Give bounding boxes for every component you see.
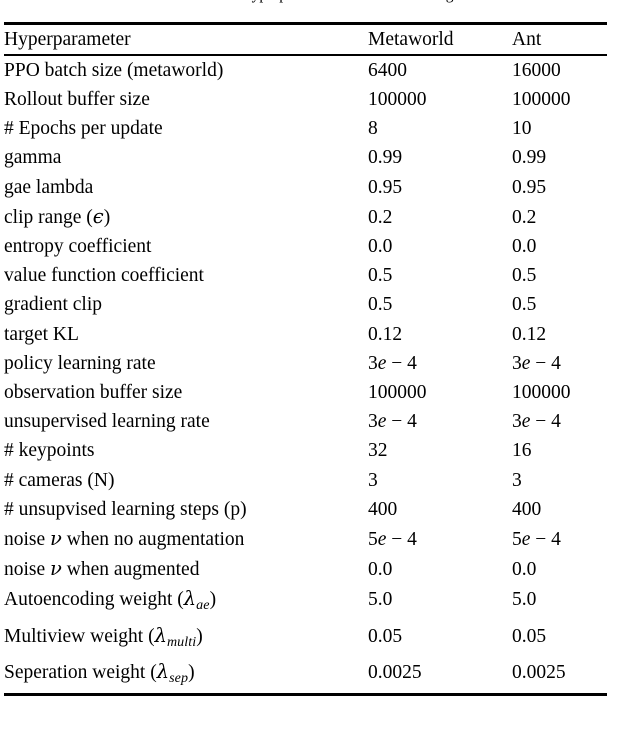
cell-ant-value: 5.0 bbox=[512, 589, 537, 611]
table-row: value function coefficient 0.5 0.5 bbox=[4, 261, 607, 290]
column-header-ant: Ant bbox=[512, 29, 542, 50]
cell-ant-value: 400 bbox=[512, 498, 542, 520]
cell-ant-value: 3e − 4 bbox=[512, 411, 561, 433]
column-header-hyperparameter: Hyperparameter bbox=[4, 29, 131, 50]
cell-hyperparameter-name: Seperation weight (λsep) bbox=[4, 659, 195, 686]
cell-metaworld-value: 3e − 4 bbox=[368, 352, 417, 374]
table-header-row: Hyperparameter Metaworld Ant bbox=[4, 25, 607, 54]
cell-ant-value: 10 bbox=[512, 118, 532, 140]
paper-page: Table 2: Hyperparameters used for traini… bbox=[0, 0, 640, 745]
cell-hyperparameter-name: Autoencoding weight (λae) bbox=[4, 587, 217, 614]
cell-ant-value: 0.5 bbox=[512, 294, 537, 316]
cell-metaworld-value: 400 bbox=[368, 498, 398, 520]
cell-ant-value: 3e − 4 bbox=[512, 352, 561, 374]
cell-ant-value: 0.5 bbox=[512, 265, 537, 287]
table-row: target KL 0.12 0.12 bbox=[4, 320, 607, 349]
cell-ant-value: 16 bbox=[512, 440, 532, 462]
cell-ant-value: 16000 bbox=[512, 59, 561, 81]
cell-ant-value: 0.95 bbox=[512, 176, 547, 198]
cell-metaworld-value: 0.0 bbox=[368, 236, 393, 258]
cell-hyperparameter-name: Multiview weight (λmulti) bbox=[4, 623, 203, 650]
cell-hyperparameter-name: gae lambda bbox=[4, 176, 94, 198]
cell-metaworld-value: 0.5 bbox=[368, 294, 393, 316]
cell-hyperparameter-name: noise ν when augmented bbox=[4, 557, 200, 581]
cell-metaworld-value: 0.99 bbox=[368, 147, 403, 169]
hyperparameter-table-container: Hyperparameter Metaworld Ant PPO batch s… bbox=[4, 22, 607, 696]
cell-ant-value: 3 bbox=[512, 469, 522, 491]
table-row: Rollout buffer size 100000 100000 bbox=[4, 85, 607, 114]
cell-ant-value: 0.2 bbox=[512, 206, 537, 228]
cell-ant-value: 0.0025 bbox=[512, 661, 566, 683]
cell-ant-value: 5e − 4 bbox=[512, 529, 561, 551]
table-caption-clipped: Table 2: Hyperparameters used for traini… bbox=[0, 0, 640, 4]
cell-hyperparameter-name: unsupervised learning rate bbox=[4, 411, 210, 433]
cell-hyperparameter-name: policy learning rate bbox=[4, 352, 156, 374]
table-row: unsupervised learning rate 3e − 4 3e − 4 bbox=[4, 407, 607, 436]
cell-ant-value: 100000 bbox=[512, 382, 571, 404]
table-row: # keypoints 32 16 bbox=[4, 436, 607, 465]
hyperparameter-table: Hyperparameter Metaworld Ant bbox=[4, 25, 607, 54]
cell-hyperparameter-name: target KL bbox=[4, 323, 79, 345]
table-row: gae lambda 0.95 0.95 bbox=[4, 173, 607, 202]
table-row: noise ν when no augmentation 5e − 4 5e − 4 bbox=[4, 524, 607, 554]
cell-metaworld-value: 3 bbox=[368, 469, 378, 491]
cell-metaworld-value: 3e − 4 bbox=[368, 411, 417, 433]
table-row: gradient clip 0.5 0.5 bbox=[4, 290, 607, 319]
table-row: Seperation weight (λsep) 0.0025 0.0025 bbox=[4, 657, 607, 693]
cell-hyperparameter-name: # cameras (N) bbox=[4, 469, 115, 491]
column-header-metaworld: Metaworld bbox=[368, 29, 454, 50]
table-row: Autoencoding weight (λae) 5.0 5.0 bbox=[4, 584, 607, 620]
cell-hyperparameter-name: noise ν when no augmentation bbox=[4, 527, 245, 551]
cell-metaworld-value: 5e − 4 bbox=[368, 529, 417, 551]
cell-metaworld-value: 100000 bbox=[368, 89, 427, 110]
cell-hyperparameter-name: gradient clip bbox=[4, 294, 103, 316]
cell-metaworld-value: 8 bbox=[368, 118, 378, 140]
table-row: policy learning rate 3e − 4 3e − 4 bbox=[4, 349, 607, 378]
cell-metaworld-value: 32 bbox=[368, 440, 388, 462]
table-row: noise ν when augmented 0.0 0.0 bbox=[4, 554, 607, 584]
cell-hyperparameter-name: # Epochs per update bbox=[4, 118, 163, 140]
table-body: PPO batch size (metaworld) 6400 16000 Rollo… bbox=[4, 56, 607, 693]
cell-hyperparameter-name: observation buffer size bbox=[4, 382, 183, 404]
table-row: Multiview weight (λmulti) 0.05 0.05 bbox=[4, 621, 607, 657]
table-bottom-rule bbox=[4, 692, 607, 696]
table-row: # unsupvised learning steps (p) 400 400 bbox=[4, 495, 607, 524]
cell-metaworld-value: 5.0 bbox=[368, 589, 393, 611]
cell-metaworld-value: 0.0025 bbox=[368, 661, 422, 683]
cell-hyperparameter-name: clip range (ϵ) bbox=[4, 204, 111, 228]
cell-metaworld-value: 0.0 bbox=[368, 559, 393, 581]
table-row: observation buffer size 100000 100000 bbox=[4, 378, 607, 407]
cell-ant-value: 0.12 bbox=[512, 323, 547, 345]
cell-hyperparameter-name: # keypoints bbox=[4, 440, 95, 462]
cell-ant-value: 100000 bbox=[512, 89, 571, 110]
cell-metaworld-value: 0.5 bbox=[368, 265, 393, 287]
cell-metaworld-value: 0.2 bbox=[368, 206, 393, 228]
cell-hyperparameter-name: entropy coefficient bbox=[4, 236, 152, 258]
cell-metaworld-value: 0.05 bbox=[368, 625, 403, 647]
hyperparameter-table-body: PPO batch size (metaworld) 6400 16000 Rollo… bbox=[4, 56, 607, 693]
cell-hyperparameter-name: gamma bbox=[4, 147, 62, 169]
table-row: PPO batch size (metaworld) 6400 16000 bbox=[4, 56, 607, 85]
table-row: entropy coefficient 0.0 0.0 bbox=[4, 232, 607, 261]
cell-metaworld-value: 0.95 bbox=[368, 176, 403, 198]
cell-metaworld-value: 0.12 bbox=[368, 323, 403, 345]
cell-ant-value: 0.0 bbox=[512, 559, 537, 581]
cell-ant-value: 0.05 bbox=[512, 625, 547, 647]
cell-metaworld-value: 6400 bbox=[368, 59, 407, 81]
table-row: clip range (ϵ) 0.2 0.2 bbox=[4, 202, 607, 232]
table-row: # cameras (N) 3 3 bbox=[4, 466, 607, 495]
cell-ant-value: 0.0 bbox=[512, 236, 537, 258]
cell-ant-value: 0.99 bbox=[512, 147, 547, 169]
cell-hyperparameter-name: Rollout buffer size bbox=[4, 89, 150, 110]
table-row: gamma 0.99 0.99 bbox=[4, 143, 607, 172]
cell-hyperparameter-name: PPO batch size (metaworld) bbox=[4, 59, 224, 81]
table-row: # Epochs per update 8 10 bbox=[4, 114, 607, 143]
cell-hyperparameter-name: # unsupvised learning steps (p) bbox=[4, 498, 247, 520]
cell-hyperparameter-name: value function coefficient bbox=[4, 265, 204, 287]
cell-metaworld-value: 100000 bbox=[368, 382, 427, 404]
